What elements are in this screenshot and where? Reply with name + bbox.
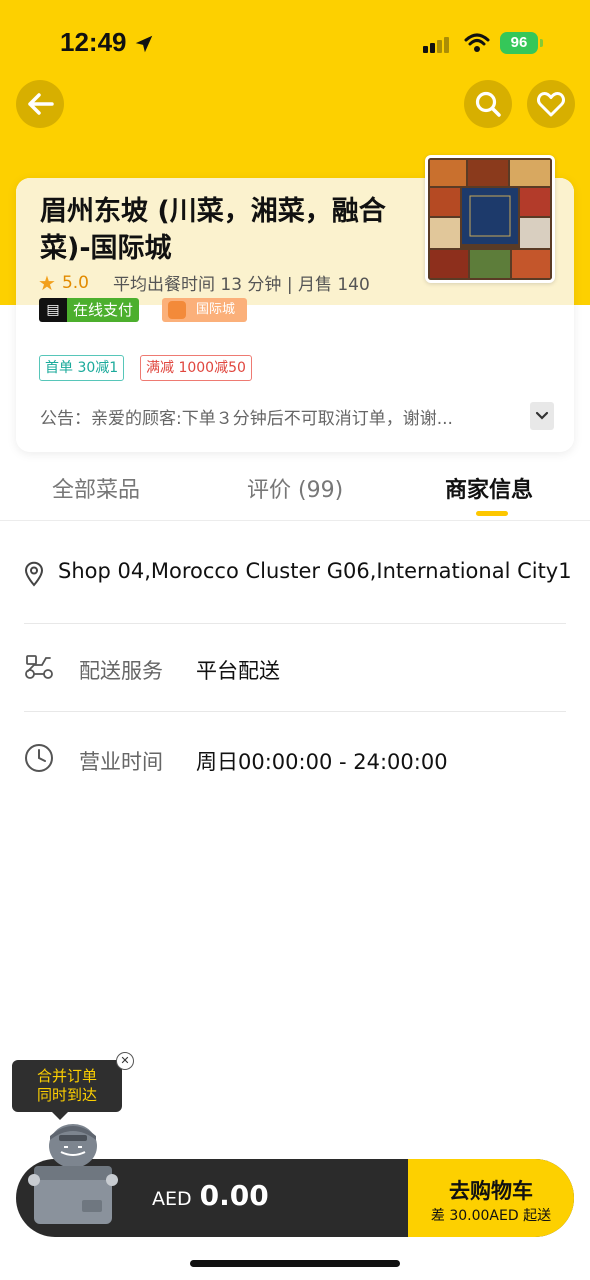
area-tag-label: 国际城 bbox=[196, 302, 236, 317]
merge-order-line1: 合并订单 bbox=[36, 1067, 97, 1085]
delivery-service-label: 配送服务 bbox=[79, 659, 163, 683]
shop-notice: 公告：亲爱的顾客:下单３分钟后不可取消订单，谢谢... bbox=[40, 409, 453, 429]
merge-order-tooltip[interactable]: 合并订单 同时到达 bbox=[12, 1060, 122, 1112]
arrow-left-icon bbox=[28, 93, 54, 115]
star-icon: ★ bbox=[38, 270, 56, 295]
close-icon[interactable]: ✕ bbox=[116, 1052, 134, 1070]
tab-merchant-info[interactable]: 商家信息 bbox=[445, 472, 533, 504]
go-to-cart-button[interactable]: 去购物车 差 30.00AED 起送 bbox=[408, 1159, 574, 1237]
merge-order-line2: 同时到达 bbox=[36, 1086, 97, 1104]
back-button[interactable] bbox=[16, 80, 64, 128]
shop-thumbnail-image bbox=[425, 155, 555, 283]
active-tab-indicator bbox=[476, 511, 508, 516]
battery-tip bbox=[540, 39, 543, 47]
shop-stats: 平均出餐时间 13 分钟 | 月售 140 bbox=[112, 275, 370, 295]
tab-all-dishes[interactable]: 全部菜品 bbox=[52, 472, 140, 504]
cart-total: 0.00 bbox=[199, 1179, 269, 1212]
shop-rating-row: ★ 5.0 平均出餐时间 13 分钟 | 月售 140 bbox=[38, 270, 370, 296]
search-icon bbox=[475, 91, 501, 117]
chevron-down-icon bbox=[535, 411, 549, 420]
location-pin-icon bbox=[24, 561, 44, 587]
favorite-button[interactable] bbox=[527, 80, 575, 128]
business-hours-value: 周日00:00:00 - 24:00:00 bbox=[196, 750, 448, 774]
delivery-service-value: 平台配送 bbox=[196, 659, 280, 683]
expand-notice-button[interactable] bbox=[530, 402, 554, 430]
minimum-order-hint: 差 30.00AED 起送 bbox=[430, 1208, 552, 1224]
scooter-icon bbox=[25, 655, 53, 679]
address-row[interactable]: Shop 04,Morocco Cluster G06,Internationa… bbox=[24, 545, 572, 624]
status-bar: 12:49 96 bbox=[0, 0, 590, 88]
payment-icon: ▤ bbox=[39, 298, 67, 322]
wifi-icon bbox=[464, 33, 490, 52]
business-hours-row: 营业时间 周日00:00:00 - 24:00:00 bbox=[24, 712, 566, 798]
battery-indicator: 96 bbox=[500, 32, 538, 54]
food-collage-image bbox=[428, 158, 552, 280]
online-payment-tag: ▤ 在线支付 bbox=[39, 298, 140, 322]
business-hours-label: 营业时间 bbox=[79, 750, 163, 774]
online-payment-label: 在线支付 bbox=[67, 298, 140, 322]
first-order-promo-badge: 首单 30减1 bbox=[39, 355, 125, 381]
go-to-cart-label: 去购物车 bbox=[449, 1179, 533, 1203]
location-arrow-icon bbox=[135, 35, 153, 53]
clock-icon bbox=[25, 744, 53, 772]
cellular-signal-icon bbox=[423, 34, 451, 53]
delivery-service-row: 配送服务 平台配送 bbox=[24, 625, 566, 712]
status-time: 12:49 bbox=[60, 27, 127, 57]
search-button[interactable] bbox=[464, 80, 512, 128]
shop-address: Shop 04,Morocco Cluster G06,Internationa… bbox=[58, 559, 572, 583]
delivery-mascot-icon[interactable] bbox=[26, 1118, 120, 1230]
full-reduction-promo-badge: 满减 1000减50 bbox=[140, 355, 252, 381]
heart-icon bbox=[537, 92, 565, 117]
rating-value: 5.0 bbox=[61, 272, 89, 293]
tab-reviews[interactable]: 评价 (99) bbox=[247, 472, 343, 504]
shop-name: 眉州东坡 (川菜，湘菜，融合菜)-国际城 bbox=[40, 196, 386, 264]
home-indicator bbox=[190, 1260, 400, 1267]
cart-amount: AED 0.00 bbox=[152, 1179, 269, 1212]
area-tag: 国际城 bbox=[162, 298, 248, 322]
shopping-bag-icon bbox=[168, 301, 186, 319]
cart-currency: AED bbox=[152, 1188, 192, 1210]
